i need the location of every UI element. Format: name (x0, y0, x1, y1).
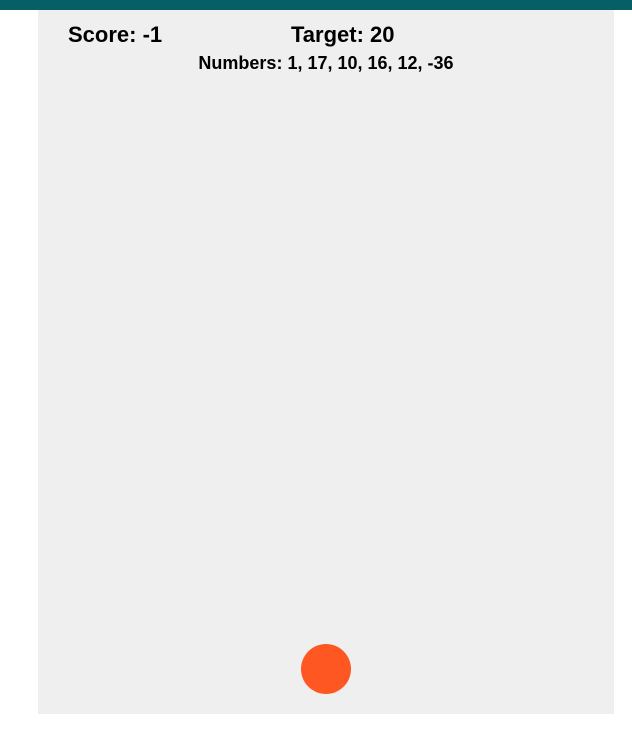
numbers-list: Numbers: 1, 17, 10, 16, 12, -36 (198, 53, 454, 73)
score-label: Score: -1 (68, 22, 163, 47)
target-label: Target: 20 (291, 22, 395, 47)
top-bar (0, 0, 632, 10)
game-canvas[interactable]: Score: -1 Target: 20 Numbers: 1, 17, 10,… (38, 10, 614, 714)
player-ball[interactable] (301, 644, 351, 694)
